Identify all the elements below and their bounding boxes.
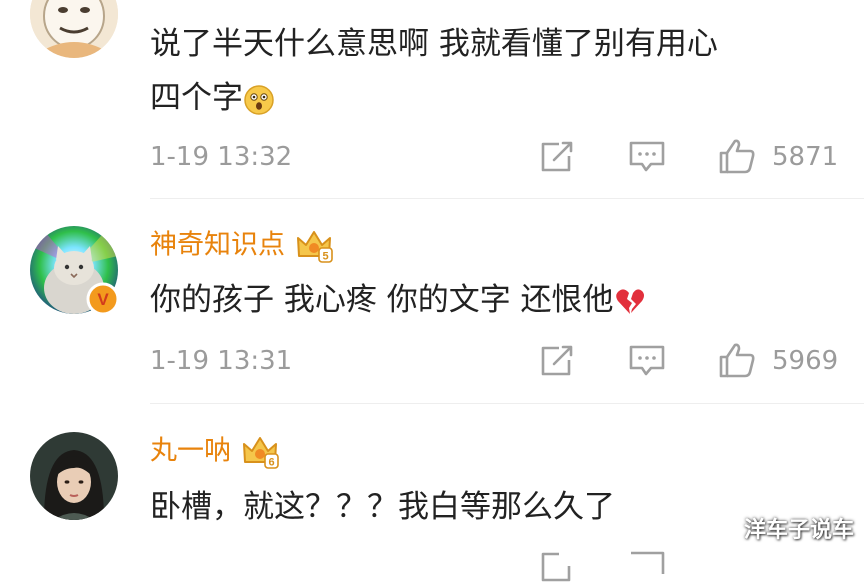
comment-meta: 1-19 13:32 5871 — [0, 138, 864, 178]
repost-icon[interactable] — [537, 342, 577, 378]
comment-text-line: 卧槽，就这？？？我白等那么久了 — [150, 489, 615, 525]
astonished-face-emoji — [244, 84, 274, 115]
username[interactable]: 神奇知识点 — [150, 230, 285, 261]
comment-meta: 1-19 13:31 5969 — [0, 342, 864, 382]
username-row: 神奇知识点 5 — [150, 228, 333, 264]
divider — [150, 403, 864, 404]
comment-icon[interactable] — [627, 548, 667, 584]
comment-icon[interactable] — [627, 342, 667, 378]
avatar-portrait-image — [30, 432, 118, 520]
watermark: 洋车子说车 — [743, 518, 854, 543]
comment-text-line: 说了半天什么意思啊 我就看懂了别有用心 — [150, 26, 718, 62]
comment-text: 卧槽，就这？？？我白等那么久了 — [150, 480, 615, 534]
timestamp: 1-19 13:32 — [150, 142, 293, 172]
like-icon[interactable] — [717, 342, 757, 378]
repost-icon[interactable] — [537, 548, 577, 584]
broken-heart-emoji — [615, 288, 644, 314]
comment-meta-cropped — [0, 548, 864, 588]
avatar-meme-image — [30, 0, 118, 58]
like-count: 5871 — [772, 142, 839, 172]
username[interactable]: 丸一呐 — [150, 436, 231, 467]
comment-text-continued: 四个字 — [150, 71, 275, 125]
comment-icon[interactable] — [627, 138, 667, 174]
avatar[interactable] — [30, 432, 118, 520]
member-crown-badge: 5 — [297, 231, 333, 263]
verified-badge: V — [86, 282, 120, 316]
level-number: 6 — [268, 457, 274, 469]
member-crown-badge: 6 — [243, 437, 279, 469]
like-count: 5969 — [772, 346, 839, 376]
username-row: 丸一呐 6 — [150, 434, 279, 470]
comment-text: 说了半天什么意思啊 我就看懂了别有用心 — [150, 17, 718, 71]
timestamp: 1-19 13:31 — [150, 346, 293, 376]
repost-icon[interactable] — [537, 138, 577, 174]
comment-text: 你的孩子 我心疼 你的文字 还恨他 — [150, 273, 646, 327]
like-icon[interactable] — [717, 138, 757, 174]
divider — [150, 198, 864, 199]
verified-badge-letter: V — [97, 290, 109, 309]
comment-text-line: 四个字 — [150, 80, 243, 116]
avatar[interactable] — [30, 0, 118, 58]
level-number: 5 — [322, 251, 328, 263]
comment-text-line: 你的孩子 我心疼 你的文字 还恨他 — [150, 282, 614, 318]
